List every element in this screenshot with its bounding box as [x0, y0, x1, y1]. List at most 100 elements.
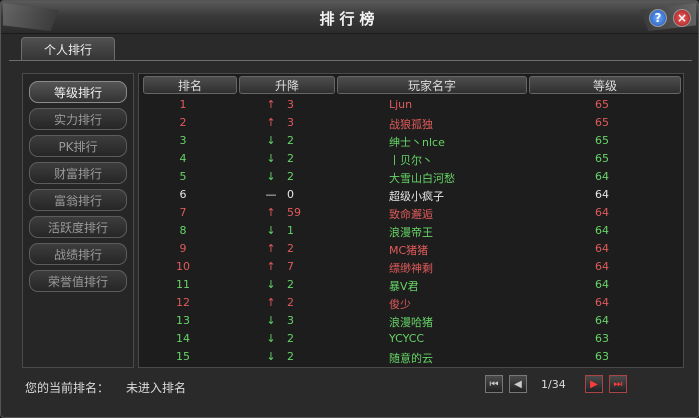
rank-cell: 3 — [179, 134, 187, 147]
level-cell: 64 — [595, 314, 609, 327]
table-row[interactable]: 5 ↓ 2 大雪山白河愁 64 — [139, 168, 683, 185]
player-name-cell: YCYCC — [389, 332, 425, 345]
table-row[interactable]: 4 ↓ 2 丨贝尔丶 65 — [139, 150, 683, 167]
table-row[interactable]: 14 ↓ 2 YCYCC 63 — [139, 330, 683, 347]
tab-divider — [9, 60, 692, 61]
player-name-cell: 丨贝尔丶 — [389, 154, 433, 167]
close-icon[interactable]: × — [673, 9, 691, 27]
table-row[interactable]: 13 ↓ 3 浪漫哈猪 64 — [139, 312, 683, 329]
rank-change-cell: 3 — [287, 98, 294, 111]
column-header-player-name[interactable]: 玩家名字 — [337, 76, 527, 94]
level-cell: 64 — [595, 296, 609, 309]
rank-change-arrow-icon: ↓ — [266, 314, 276, 327]
level-cell: 65 — [595, 116, 609, 129]
sidebar-item-honor[interactable]: 荣誉值排行 — [29, 270, 127, 292]
help-icon[interactable]: ? — [649, 9, 667, 27]
table-row[interactable]: 10 ↑ 7 缥缈神剩 64 — [139, 258, 683, 275]
rank-cell: 12 — [176, 296, 190, 309]
player-name-cell: 暴V君 — [389, 280, 419, 293]
rank-change-arrow-icon: ↑ — [266, 206, 276, 219]
table-row[interactable]: 8 ↓ 1 浪漫帝王 64 — [139, 222, 683, 239]
player-name-cell: 大雪山白河愁 — [389, 172, 455, 185]
level-cell: 65 — [595, 98, 609, 111]
table-row[interactable]: 3 ↓ 2 绅士丶nlce 65 — [139, 132, 683, 149]
rank-change-cell: 2 — [287, 134, 294, 147]
next-page-button[interactable]: ▶ — [585, 375, 603, 393]
sidebar-item-pk[interactable]: PK排行 — [29, 135, 127, 157]
player-name-cell: 随意的云 — [389, 352, 433, 365]
rank-change-cell: 0 — [287, 188, 294, 201]
level-cell: 64 — [595, 170, 609, 183]
rank-change-cell: 2 — [287, 296, 294, 309]
title-bar[interactable]: 排行榜 ? × — [1, 1, 698, 34]
rank-change-cell: 2 — [287, 242, 294, 255]
player-name-cell: 俊少 — [389, 298, 411, 311]
rank-change-arrow-icon: ↓ — [266, 332, 276, 345]
current-rank-label: 您的当前排名： — [25, 381, 110, 395]
sidebar-item-strength[interactable]: 实力排行 — [29, 108, 127, 130]
table-row[interactable]: 1 ↑ 3 Ljun 65 — [139, 96, 683, 113]
table-row[interactable]: 7 ↑ 59 致命邂逅 64 — [139, 204, 683, 221]
rank-change-cell: 2 — [287, 278, 294, 291]
rank-cell: 14 — [176, 332, 190, 345]
level-cell: 65 — [595, 134, 609, 147]
column-header-level[interactable]: 等级 — [529, 76, 681, 94]
rank-cell: 11 — [176, 278, 190, 291]
rank-change-arrow-icon: — — [265, 188, 277, 201]
last-page-button[interactable]: ⏭ — [609, 375, 627, 393]
table-row[interactable]: 6 — 0 超级小疯子 64 — [139, 186, 683, 203]
player-name-cell: 缥缈神剩 — [389, 262, 433, 275]
rank-cell: 9 — [179, 242, 187, 255]
level-cell: 64 — [595, 224, 609, 237]
level-cell: 64 — [595, 278, 609, 291]
table-row[interactable]: 9 ↑ 2 MC猪猪 64 — [139, 240, 683, 257]
player-name-cell: 战狼孤独 — [389, 118, 433, 131]
rank-cell: 1 — [179, 98, 187, 111]
rank-cell: 15 — [176, 350, 190, 363]
rank-change-arrow-icon: ↑ — [266, 242, 276, 255]
previous-page-button[interactable]: ◀ — [509, 375, 527, 393]
rank-change-arrow-icon: ↑ — [266, 116, 276, 129]
table-row[interactable]: 15 ↓ 2 随意的云 63 — [139, 348, 683, 365]
sidebar-item-rich[interactable]: 富翁排行 — [29, 189, 127, 211]
rank-change-arrow-icon: ↑ — [266, 296, 276, 309]
rank-cell: 6 — [179, 188, 187, 201]
player-name-cell: Ljun — [389, 98, 413, 111]
rank-cell: 2 — [179, 116, 187, 129]
rank-change-cell: 3 — [287, 116, 294, 129]
rank-change-cell: 2 — [287, 152, 294, 165]
table-row[interactable]: 11 ↓ 2 暴V君 64 — [139, 276, 683, 293]
rank-cell: 7 — [179, 206, 187, 219]
rank-change-cell: 2 — [287, 332, 294, 345]
ranking-category-panel: 等级排行 实力排行 PK排行 财富排行 富翁排行 活跃度排行 战绩排行 荣誉值排… — [22, 73, 134, 368]
rank-cell: 5 — [179, 170, 187, 183]
player-name-cell: 浪漫哈猪 — [389, 316, 433, 329]
level-cell: 65 — [595, 152, 609, 165]
column-header-change[interactable]: 升降 — [239, 76, 335, 94]
table-row[interactable]: 2 ↑ 3 战狼孤独 65 — [139, 114, 683, 131]
level-cell: 63 — [595, 350, 609, 363]
rank-change-arrow-icon: ↓ — [266, 170, 276, 183]
ranking-table: 排名 升降 玩家名字 等级 1 ↑ 3 Ljun 65 2 ↑ 3 战狼孤独 65 3 ↓ 2 绅士丶nl… — [138, 73, 684, 368]
rank-cell: 8 — [179, 224, 187, 237]
ranking-window: 排行榜 ? × 个人排行 等级排行 实力排行 PK排行 财富排行 富翁排行 活跃… — [0, 0, 699, 418]
column-header-rank[interactable]: 排名 — [143, 76, 237, 94]
level-cell: 64 — [595, 206, 609, 219]
tab-personal-ranking[interactable]: 个人排行 — [21, 37, 115, 61]
table-row[interactable]: 12 ↑ 2 俊少 64 — [139, 294, 683, 311]
rank-change-arrow-icon: ↓ — [266, 350, 276, 363]
rank-change-cell: 3 — [287, 314, 294, 327]
player-name-cell: 绅士丶nlce — [389, 136, 445, 149]
sidebar-item-activity[interactable]: 活跃度排行 — [29, 216, 127, 238]
sidebar-item-battle[interactable]: 战绩排行 — [29, 243, 127, 265]
first-page-button[interactable]: ⏮ — [485, 375, 503, 393]
rank-change-arrow-icon: ↓ — [266, 224, 276, 237]
level-cell: 63 — [595, 332, 609, 345]
rank-change-arrow-icon: ↓ — [266, 134, 276, 147]
rank-cell: 4 — [179, 152, 187, 165]
rank-change-cell: 59 — [287, 206, 301, 219]
level-cell: 64 — [595, 260, 609, 273]
sidebar-item-wealth[interactable]: 财富排行 — [29, 162, 127, 184]
sidebar-item-level[interactable]: 等级排行 — [29, 81, 127, 103]
rank-change-arrow-icon: ↑ — [266, 98, 276, 111]
